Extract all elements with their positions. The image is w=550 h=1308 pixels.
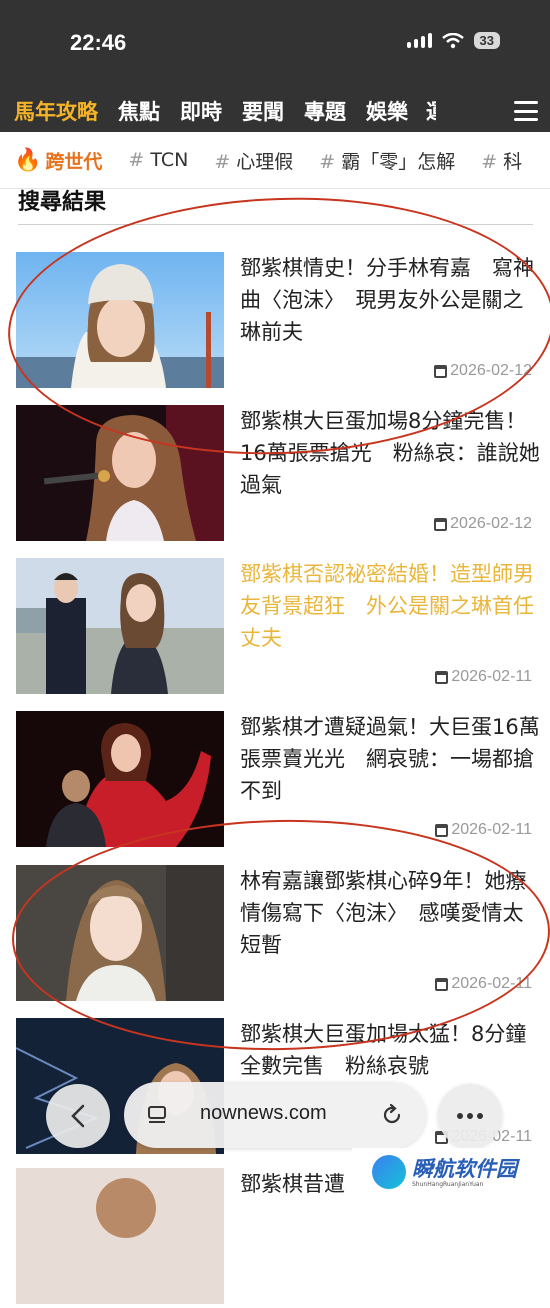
article-thumbnail bbox=[16, 252, 224, 388]
article-thumbnail bbox=[16, 558, 224, 694]
watermark-subtext: ShunHangRuanJianYuan bbox=[412, 1180, 484, 1188]
status-time: 22:46 bbox=[70, 30, 127, 55]
article-item[interactable]: 鄧紫棋否認祕密結婚！造型師男友背景超狂 外公是關之琳首任丈夫 2026-02-1… bbox=[16, 558, 536, 698]
article-item[interactable]: 鄧紫棋大巨蛋加場8分鐘完售！16萬張票搶光 粉絲哀：誰說她過氣 2026-02-… bbox=[16, 405, 540, 545]
article-headline[interactable]: 鄧紫棋情史！分手林宥嘉 寫神曲〈泡沫〉 現男友外公是關之琳前夫 bbox=[240, 252, 540, 348]
fire-icon: 🔥 bbox=[14, 147, 42, 173]
tag-cross-generation[interactable]: 跨世代 bbox=[45, 147, 102, 174]
nav-item-headlines[interactable]: 要聞 bbox=[242, 96, 284, 126]
calendar-icon bbox=[435, 823, 449, 837]
article-item[interactable]: 鄧紫棋才遭疑過氣！大巨蛋16萬張票賣光光 網哀號：一場都搶不到 2026-02-… bbox=[16, 711, 540, 851]
article-headline[interactable]: 鄧紫棋否認祕密結婚！造型師男友背景超狂 外公是關之琳首任丈夫 bbox=[240, 558, 540, 654]
url-text[interactable]: nownews.com bbox=[200, 1102, 327, 1125]
article-date: 2026-02-12 bbox=[434, 362, 532, 380]
nav-item-focus[interactable]: 焦點 bbox=[118, 96, 160, 126]
article-date: 2026-02-11 bbox=[435, 821, 532, 839]
article-thumbnail bbox=[16, 865, 224, 1001]
back-button[interactable] bbox=[46, 1084, 110, 1148]
watermark: 瞬航软件园 ShunHangRuanJianYuan bbox=[352, 1148, 550, 1196]
tag-tech[interactable]: # 科 bbox=[481, 147, 522, 174]
more-options-button[interactable] bbox=[438, 1084, 502, 1148]
watermark-logo-icon bbox=[372, 1155, 406, 1189]
nav-item-realtime[interactable]: 即時 bbox=[180, 96, 222, 126]
article-headline[interactable]: 鄧紫棋大巨蛋加場8分鐘完售！16萬張票搶光 粉絲哀：誰說她過氣 bbox=[240, 405, 540, 501]
address-bar[interactable]: nownews.com bbox=[124, 1082, 426, 1148]
reload-icon[interactable] bbox=[380, 1103, 404, 1127]
article-headline[interactable]: 林宥嘉讓鄧紫棋心碎9年！她療情傷寫下〈泡沫〉 感嘆愛情太短暫 bbox=[240, 865, 540, 961]
article-date: 2026-02-11 bbox=[435, 668, 532, 686]
article-item[interactable]: 林宥嘉讓鄧紫棋心碎9年！她療情傷寫下〈泡沫〉 感嘆愛情太短暫 2026-02-1… bbox=[16, 865, 536, 1005]
article-thumbnail bbox=[16, 405, 224, 541]
tabs-icon bbox=[148, 1106, 166, 1123]
hash-icon: # bbox=[214, 150, 231, 173]
nav-item-sports[interactable]: 運 bbox=[426, 96, 436, 126]
tag-tcn[interactable]: # TCN bbox=[128, 149, 188, 171]
menu-icon[interactable] bbox=[514, 101, 538, 121]
divider bbox=[18, 224, 533, 225]
watermark-text: 瞬航软件园 bbox=[412, 1156, 517, 1181]
more-icon bbox=[457, 1113, 483, 1119]
hash-icon: # bbox=[319, 150, 336, 173]
article-headline[interactable]: 鄧紫棋才遭疑過氣！大巨蛋16萬張票賣光光 網哀號：一場都搶不到 bbox=[240, 711, 540, 807]
status-bar: 22:46 33 bbox=[0, 0, 550, 90]
nav-item-topics[interactable]: 專題 bbox=[304, 96, 346, 126]
battery-indicator: 33 bbox=[473, 32, 500, 49]
calendar-icon bbox=[435, 977, 449, 991]
article-item[interactable]: 鄧紫棋情史！分手林宥嘉 寫神曲〈泡沫〉 現男友外公是關之琳前夫 2026-02-… bbox=[16, 252, 536, 392]
calendar-icon bbox=[435, 670, 449, 684]
article-thumbnail bbox=[16, 711, 224, 847]
category-nav: 馬年攻略 焦點 即時 要聞 專題 娛樂 運 bbox=[0, 90, 550, 132]
cellular-signal-icon bbox=[406, 33, 432, 48]
tag-bar: 🔥 跨世代 # TCN # 心理假 # 霸「零」怎解 # 科 bbox=[0, 132, 550, 189]
tag-psych-leave[interactable]: # 心理假 bbox=[214, 147, 293, 174]
hash-icon: # bbox=[128, 149, 145, 171]
article-date: 2026-02-12 bbox=[434, 515, 532, 533]
calendar-icon bbox=[434, 364, 448, 378]
hash-icon: # bbox=[481, 150, 498, 173]
status-icons: 33 bbox=[406, 32, 500, 49]
wifi-icon bbox=[441, 32, 464, 48]
nav-item-entertainment[interactable]: 娛樂 bbox=[366, 96, 408, 126]
calendar-icon bbox=[434, 517, 448, 531]
chevron-left-icon bbox=[71, 1104, 85, 1128]
tag-zero-bullying[interactable]: # 霸「零」怎解 bbox=[319, 147, 455, 174]
search-results-title: 搜尋結果 bbox=[18, 190, 107, 215]
article-date: 2026-02-11 bbox=[435, 975, 532, 993]
nav-item-horse-year[interactable]: 馬年攻略 bbox=[14, 96, 98, 126]
